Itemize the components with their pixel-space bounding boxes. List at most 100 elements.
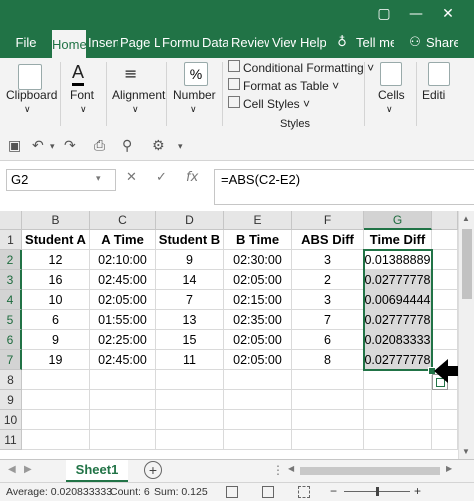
cell-c7[interactable]: 02:45:00 [90,350,156,370]
empty-cell[interactable] [364,410,432,430]
cell-g2[interactable]: 0.01388889 [364,250,432,270]
row-header[interactable]: 6 [0,330,22,350]
tell-me-search[interactable]: Tell me [356,28,394,58]
scroll-left-icon[interactable]: ◀ [288,464,294,473]
cell-f5[interactable]: 7 [292,310,364,330]
empty-cell[interactable] [156,430,224,450]
sheet-prev-icon[interactable]: ◀ [8,464,16,475]
cell-h3[interactable] [432,270,458,290]
tab-formulas[interactable]: Formula [162,28,200,58]
cancel-entry-icon[interactable]: ✕ [126,170,137,185]
scrollbar-thumb[interactable] [462,229,472,299]
cell-g4[interactable]: 0.00694444 [364,290,432,310]
empty-cell[interactable] [156,370,224,390]
cell-c3[interactable]: 02:45:00 [90,270,156,290]
empty-cell[interactable] [432,430,458,450]
empty-cell[interactable] [292,370,364,390]
cell-c4[interactable]: 02:05:00 [90,290,156,310]
row-header[interactable]: 11 [0,430,22,450]
row-header[interactable]: 10 [0,410,22,430]
close-icon[interactable]: ✕ [440,6,456,22]
cell-f4[interactable]: 3 [292,290,364,310]
cell-e3[interactable]: 02:05:00 [224,270,292,290]
empty-cell[interactable] [292,390,364,410]
font-group[interactable]: A Font ∨ [62,58,106,134]
tab-review[interactable]: Review [231,28,269,58]
horizontal-scrollbar[interactable] [300,467,440,475]
number-group[interactable]: % Number ∨ [168,58,222,134]
tools-icon[interactable]: ⚙ [152,138,165,154]
select-all-corner[interactable] [0,211,22,230]
header-cell-student-b[interactable]: Student B [156,230,224,250]
empty-cell[interactable] [224,430,292,450]
empty-cell[interactable] [90,410,156,430]
page-break-view-icon[interactable] [298,486,310,498]
zoom-out-icon[interactable]: − [330,484,337,498]
empty-cell[interactable] [364,370,432,390]
header-cell-b-time[interactable]: B Time [224,230,292,250]
cell-b5[interactable]: 6 [22,310,90,330]
empty-cell[interactable] [224,410,292,430]
cell-f3[interactable]: 2 [292,270,364,290]
scroll-up-icon[interactable]: ▲ [462,214,470,223]
cell-c6[interactable]: 02:25:00 [90,330,156,350]
cell-b4[interactable]: 10 [22,290,90,310]
chevron-down-icon[interactable]: ▾ [96,174,101,184]
chevron-down-icon[interactable]: ▾ [50,142,55,152]
cell-g5[interactable]: 0.02777778 [364,310,432,330]
tab-home[interactable]: Home [52,30,86,60]
empty-cell[interactable] [224,370,292,390]
zoom-slider-thumb[interactable] [376,487,379,496]
cells-group[interactable]: Cells ∨ [366,58,416,134]
cell-d2[interactable]: 9 [156,250,224,270]
cell-g3[interactable]: 0.02777778 [364,270,432,290]
print-preview-icon[interactable]: ⎙ [94,138,105,154]
cell-e4[interactable]: 02:15:00 [224,290,292,310]
zoom-in-icon[interactable]: + [414,484,421,498]
tab-file[interactable]: File [10,28,42,58]
cell-e5[interactable]: 02:35:00 [224,310,292,330]
scroll-right-icon[interactable]: ▶ [446,464,452,473]
alignment-group[interactable]: ≡ Alignment ∨ [108,58,165,134]
empty-cell[interactable] [292,410,364,430]
redo-icon[interactable]: ↷ [64,138,76,154]
cell-styles-button[interactable]: Cell Styles ˅ [228,96,310,111]
sheet-tab-sheet1[interactable]: Sheet1 [66,460,128,483]
cell-f6[interactable]: 6 [292,330,364,350]
cell-b2[interactable]: 12 [22,250,90,270]
cell-d3[interactable]: 14 [156,270,224,290]
cell-b3[interactable]: 16 [22,270,90,290]
empty-cell[interactable] [90,430,156,450]
empty-cell[interactable] [22,370,90,390]
clipboard-group[interactable]: Clipboard ∨ [0,58,60,134]
normal-view-icon[interactable] [226,486,238,498]
empty-cell[interactable] [432,410,458,430]
column-header-g[interactable]: G [364,211,432,230]
save-icon[interactable]: ▣ [8,138,21,154]
cell-e6[interactable]: 02:05:00 [224,330,292,350]
column-header-h[interactable] [432,211,458,230]
row-header[interactable]: 1 [0,230,22,250]
empty-cell[interactable] [156,410,224,430]
row-header[interactable]: 2 [0,250,22,270]
cell-f2[interactable]: 3 [292,250,364,270]
column-header-b[interactable]: B [22,211,90,230]
cell-g7[interactable]: 0.02777778 [364,350,432,370]
row-header[interactable]: 4 [0,290,22,310]
empty-cell[interactable] [156,390,224,410]
share-button[interactable]: Share [426,28,458,58]
column-header-d[interactable]: D [156,211,224,230]
cell-h1[interactable] [432,230,458,250]
formula-input[interactable]: =ABS(C2-E2) [214,169,474,205]
cell-h2[interactable] [432,250,458,270]
cell-g6[interactable]: 0.02083333 [364,330,432,350]
cell-c2[interactable]: 02:10:00 [90,250,156,270]
empty-cell[interactable] [22,430,90,450]
cell-b7[interactable]: 19 [22,350,90,370]
tab-data[interactable]: Data [202,28,228,58]
tab-view[interactable]: View [272,28,296,58]
scroll-down-icon[interactable]: ▼ [462,447,470,456]
header-cell-time-diff[interactable]: Time Diff [364,230,432,250]
column-header-c[interactable]: C [90,211,156,230]
cell-d6[interactable]: 15 [156,330,224,350]
